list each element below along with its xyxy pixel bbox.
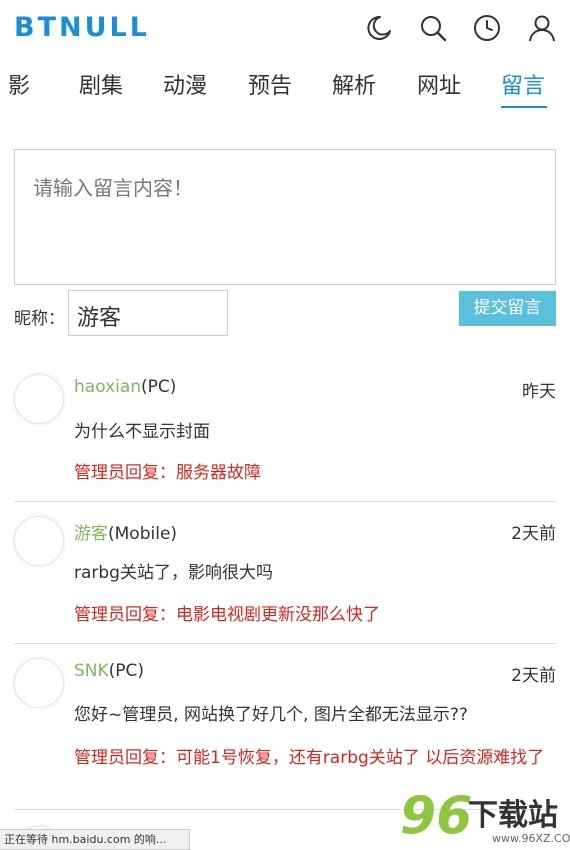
divider (14, 501, 556, 502)
nav-item-movie[interactable]: 影 (8, 68, 30, 100)
author-device: (Mobile) (108, 524, 178, 544)
watermark-url: www.96XZ.COM (492, 832, 570, 845)
author-name[interactable]: haoxian (74, 377, 141, 397)
avatar (14, 658, 64, 708)
nav-item-parse[interactable]: 解析 (332, 68, 376, 100)
watermark-number: 96 (400, 786, 473, 846)
avatar (14, 374, 64, 424)
comment-time: 2天前 (511, 524, 556, 544)
author-device: (PC) (141, 377, 177, 397)
nav-item-guestbook[interactable]: 留言 (501, 68, 545, 100)
author-device: (PC) (108, 661, 145, 681)
submit-message-button[interactable]: 提交留言 (459, 291, 556, 326)
search-icon[interactable] (418, 13, 448, 43)
comment-author: SNK(PC) (74, 661, 144, 681)
comment-item: 游客(Mobile) 2天前 rarbg关站了，影响很大吗 管理员回复：电影电视… (14, 516, 556, 632)
nav-item-series[interactable]: 剧集 (79, 68, 123, 100)
nickname-value: 游客 (77, 306, 122, 331)
category-nav: 影 剧集 动漫 预告 解析 网址 留言 (0, 62, 570, 112)
user-icon[interactable] (527, 13, 557, 43)
author-name[interactable]: SNK (74, 661, 109, 681)
comment-author: 游客(Mobile) (74, 519, 177, 544)
author-name[interactable]: 游客 (74, 524, 108, 544)
site-logo[interactable]: BTNULL (14, 12, 150, 43)
nickname-label: 昵称： (14, 309, 65, 329)
history-icon[interactable] (472, 13, 502, 43)
message-textarea[interactable]: 请输入留言内容！ (14, 149, 556, 285)
watermark-logo: 96 下载站 www.96XZ.COM (396, 784, 570, 850)
active-tab-indicator (501, 106, 547, 108)
comment-time: 2天前 (511, 666, 556, 686)
comment-time: 昨天 (522, 382, 556, 402)
nav-item-anime[interactable]: 动漫 (163, 68, 207, 100)
admin-reply: 管理员回复：可能1号恢复，还有rarbg关站了 以后资源难找了 (74, 748, 545, 768)
comment-text: 为什么不显示封面 (74, 422, 210, 442)
browser-status-bar: 正在等待 hm.baidu.com 的响... (0, 829, 190, 850)
header: BTNULL (0, 0, 570, 58)
comment-author: haoxian(PC) (74, 377, 176, 397)
comment-text: 您好~管理员, 网站换了好几个, 图片全都无法显示?? (74, 705, 468, 725)
watermark-text: 下载站 (468, 798, 558, 833)
message-placeholder: 请输入留言内容！ (33, 176, 193, 200)
admin-reply: 管理员回复：电影电视剧更新没那么快了 (74, 605, 380, 625)
nav-item-trailer[interactable]: 预告 (248, 68, 292, 100)
avatar (14, 516, 64, 566)
comment-item: haoxian(PC) 昨天 为什么不显示封面 管理员回复：服务器故障 (14, 374, 556, 490)
nickname-input[interactable]: 游客 (68, 290, 228, 336)
admin-reply: 管理员回复：服务器故障 (74, 463, 261, 483)
nav-item-urls[interactable]: 网址 (417, 68, 461, 100)
moon-icon[interactable] (363, 13, 393, 43)
comment-text: rarbg关站了，影响很大吗 (74, 563, 273, 583)
divider (14, 643, 556, 644)
